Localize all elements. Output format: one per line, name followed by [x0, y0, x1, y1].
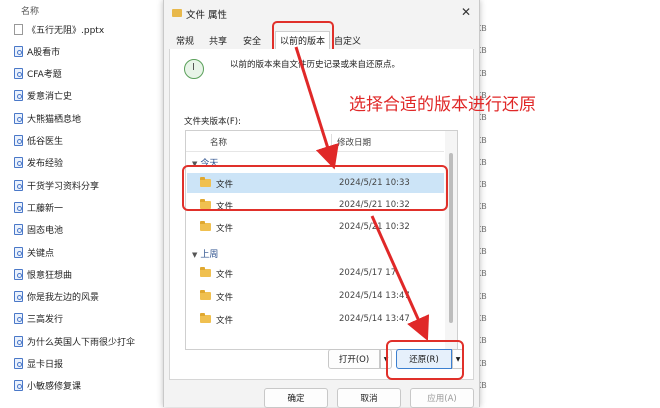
version-row[interactable]: 文件 2024/5/14 13:47: [187, 309, 444, 329]
doc-file-icon: [14, 45, 23, 57]
cancel-button[interactable]: 取消: [337, 388, 401, 408]
close-icon: ✕: [460, 5, 471, 19]
file-row[interactable]: 三高发行: [14, 310, 63, 328]
folder-icon: [200, 267, 211, 277]
description-text: 以前的版本来自文件历史记录或来自还原点。: [230, 60, 401, 70]
doc-file-icon: [14, 380, 23, 392]
version-name: 文件: [216, 316, 234, 326]
doc-file-icon: [14, 313, 23, 325]
file-row[interactable]: A股看市: [14, 42, 60, 60]
file-name: 三高发行: [27, 315, 64, 326]
doc-file-icon: [14, 157, 23, 169]
doc-file-icon: [14, 291, 23, 303]
restore-clock-icon: [184, 59, 204, 79]
version-date: 2024/5/14 13:47: [339, 314, 410, 324]
header-name[interactable]: 名称: [210, 136, 227, 148]
doc-file-icon: [14, 246, 23, 258]
file-name: 大熊猫栖息地: [27, 114, 82, 125]
version-date: 2024/5/14 13:47: [339, 291, 410, 301]
version-row[interactable]: 文件 2024/5/21 10:32: [187, 217, 444, 237]
file-row[interactable]: 大熊猫栖息地: [14, 109, 81, 127]
apply-button[interactable]: 应用(A): [410, 388, 474, 408]
doc-file-icon: [14, 201, 23, 213]
version-row[interactable]: 文件 2024/5/14 13:47: [187, 286, 444, 306]
restore-button-highlight-box: [386, 340, 464, 380]
group-label: 上周: [200, 250, 219, 260]
dialog-title: 文件 属性: [186, 10, 228, 21]
doc-file-icon: [14, 90, 23, 102]
file-name: 低谷医生: [27, 137, 64, 147]
doc-file-icon: [14, 268, 23, 280]
file-name: 关键点: [27, 248, 55, 259]
doc-file-icon: [14, 224, 23, 236]
file-row[interactable]: 工藤新一: [14, 198, 63, 216]
file-row[interactable]: 关键点: [14, 243, 54, 261]
file-row[interactable]: 为什么英国人下雨很少打伞: [14, 332, 135, 350]
dialog-footer: 确定 取消 应用(A): [164, 380, 479, 408]
file-name: CFA考题: [27, 70, 62, 81]
file-name: 为什么英国人下雨很少打伞: [27, 337, 136, 348]
doc-file-icon: [14, 335, 23, 347]
tab-security[interactable]: 安全: [240, 33, 264, 48]
version-name: 文件: [216, 293, 234, 303]
file-name: 爱意消亡史: [27, 92, 73, 103]
folder-icon: [172, 9, 182, 17]
file-name: A股看市: [27, 47, 61, 58]
tab-general[interactable]: 常规: [173, 33, 197, 48]
selected-version-highlight-box: [182, 165, 448, 211]
folder-icon: [200, 313, 211, 323]
version-name: 文件: [216, 270, 234, 280]
doc-file-icon: [14, 179, 23, 191]
file-row[interactable]: 显卡日报: [14, 355, 63, 373]
close-button[interactable]: ✕: [461, 5, 471, 19]
chevron-down-icon: ▼: [192, 251, 198, 259]
tab-bar: 常规 共享 安全 以前的版本 自定义: [169, 21, 474, 55]
file-row[interactable]: 低谷医生: [14, 132, 63, 150]
file-row[interactable]: 恨意狂想曲: [14, 265, 72, 283]
file-row[interactable]: CFA考题: [14, 65, 62, 83]
column-header-name[interactable]: 名称: [21, 4, 39, 17]
pptx-file-icon: [14, 23, 23, 35]
file-name: 固态电池: [27, 226, 64, 237]
file-row[interactable]: 固态电池: [14, 221, 63, 239]
file-name: 显卡日报: [27, 360, 64, 370]
file-name: 小敏感修复课: [27, 382, 82, 393]
versions-listbox[interactable]: 名称 修改日期 ▼ 今天 文件 2024/5/21 10:33 文件 2024/5…: [185, 130, 458, 350]
version-row[interactable]: 文件 2024/5/17 17:: [187, 263, 444, 283]
file-name: 工藤新一: [27, 203, 64, 214]
doc-file-icon: [14, 358, 23, 369]
file-row[interactable]: 爱意消亡史: [14, 87, 72, 105]
file-row[interactable]: 小敏感修复课: [14, 377, 81, 395]
doc-file-icon: [14, 68, 23, 80]
file-row[interactable]: 你是我左边的风景: [14, 288, 99, 306]
open-button[interactable]: 打开(O): [328, 349, 380, 369]
folder-icon: [200, 290, 211, 300]
list-header: 名称 修改日期: [186, 131, 444, 152]
version-date: 2024/5/21 10:32: [339, 222, 410, 232]
doc-file-icon: [14, 112, 23, 124]
annotation-text: 选择合适的版本进行还原: [349, 95, 536, 115]
file-name: 干货学习资料分享: [27, 181, 100, 192]
version-name: 文件: [216, 224, 234, 234]
header-separator: [331, 134, 332, 148]
doc-file-icon: [14, 135, 23, 146]
header-modified-date[interactable]: 修改日期: [337, 136, 371, 148]
folder-icon: [200, 221, 211, 231]
file-name: 你是我左边的风景: [27, 293, 100, 304]
file-row[interactable]: 干货学习资料分享: [14, 176, 99, 194]
file-name: 《五行无阻》.pptx: [27, 25, 105, 36]
ok-button[interactable]: 确定: [264, 388, 328, 408]
file-name: 发布经验: [27, 159, 64, 170]
version-date: 2024/5/17 17:: [339, 268, 399, 278]
list-scrollbar[interactable]: [445, 131, 457, 349]
scroll-thumb[interactable]: [449, 153, 453, 323]
file-name: 恨意狂想曲: [27, 270, 73, 281]
tab-customize[interactable]: 自定义: [331, 33, 364, 48]
folder-versions-label: 文件夹版本(F):: [184, 117, 241, 127]
file-row[interactable]: 发布经验: [14, 154, 63, 172]
tab-sharing[interactable]: 共享: [206, 33, 230, 48]
group-last-week[interactable]: ▼ 上周: [192, 247, 218, 260]
file-row[interactable]: 《五行无阻》.pptx: [14, 20, 104, 38]
